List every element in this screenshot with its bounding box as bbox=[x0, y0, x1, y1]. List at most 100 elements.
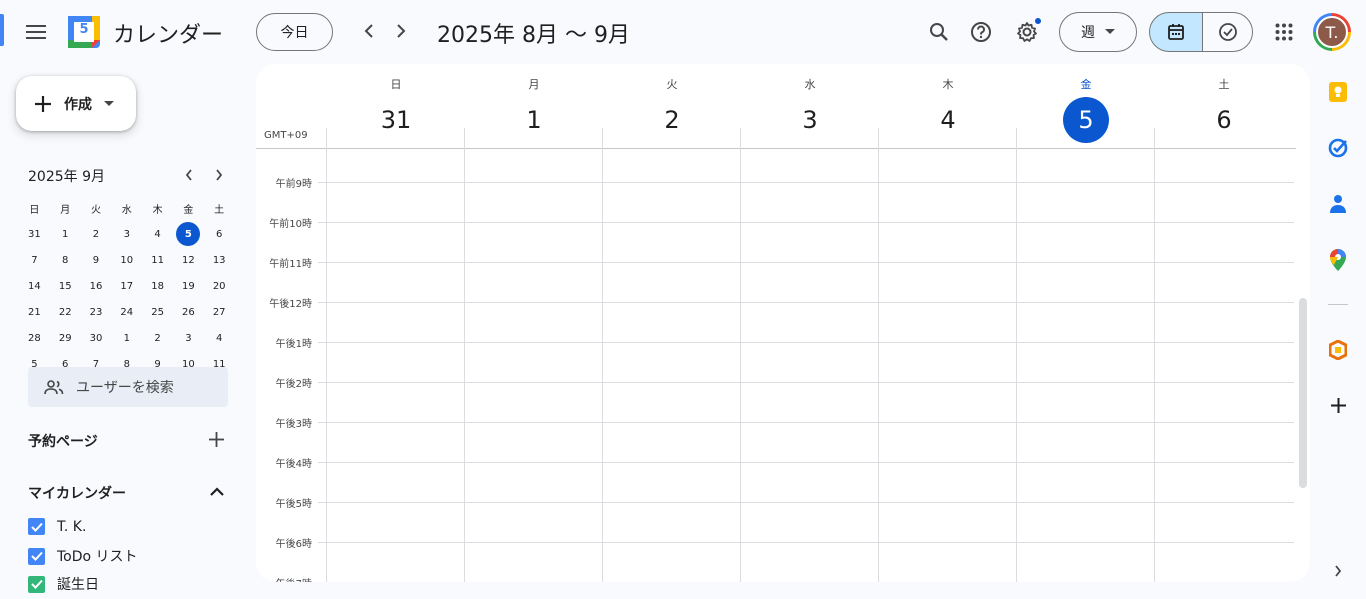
calendar-view-toggle[interactable] bbox=[1149, 12, 1203, 52]
hour-row[interactable]: 午後6時 bbox=[256, 539, 1294, 582]
mini-calendar-day[interactable]: 5 bbox=[173, 221, 204, 247]
day-number[interactable]: 1 bbox=[511, 97, 557, 143]
mini-calendar-day[interactable]: 4 bbox=[142, 221, 173, 247]
mini-calendar-day[interactable]: 10 bbox=[111, 247, 142, 273]
mini-calendar-day[interactable]: 30 bbox=[81, 325, 112, 351]
mini-calendar-day[interactable]: 12 bbox=[173, 247, 204, 273]
main-menu-button[interactable] bbox=[18, 14, 54, 50]
day-of-week-label: 水 bbox=[804, 78, 816, 91]
checkbox[interactable] bbox=[28, 518, 45, 535]
day-number[interactable]: 6 bbox=[1201, 97, 1247, 143]
day-header[interactable]: 日 31 bbox=[327, 64, 465, 148]
collapse-my-calendars-button[interactable] bbox=[206, 480, 228, 502]
mini-calendar-day[interactable]: 20 bbox=[204, 273, 235, 299]
account-avatar[interactable]: T. bbox=[1313, 13, 1351, 51]
day-header[interactable]: 金5 bbox=[1017, 64, 1155, 148]
mini-calendar-day[interactable]: 2 bbox=[81, 221, 112, 247]
day-number[interactable]: 4 bbox=[925, 97, 971, 143]
mini-calendar-day[interactable]: 7 bbox=[19, 247, 50, 273]
mini-calendar-day[interactable]: 23 bbox=[81, 299, 112, 325]
mini-calendar-day[interactable]: 2 bbox=[142, 325, 173, 351]
mini-calendar-day[interactable]: 17 bbox=[111, 273, 142, 299]
mini-calendar-prev-button[interactable] bbox=[178, 164, 200, 186]
hour-row[interactable]: 午前11時 bbox=[256, 259, 1294, 302]
day-header[interactable]: 火2 bbox=[603, 64, 741, 148]
mini-calendar-day[interactable]: 15 bbox=[50, 273, 81, 299]
mini-calendar-day[interactable]: 6 bbox=[204, 221, 235, 247]
mini-calendar-day[interactable]: 11 bbox=[142, 247, 173, 273]
hour-row[interactable] bbox=[256, 142, 1294, 182]
hour-row[interactable]: 午後12時 bbox=[256, 299, 1294, 342]
google-apps-button[interactable] bbox=[1267, 15, 1301, 49]
mini-calendar-day[interactable]: 29 bbox=[50, 325, 81, 351]
mini-calendar-day[interactable]: 31 bbox=[19, 221, 50, 247]
expand-side-panel-button[interactable] bbox=[1326, 559, 1350, 583]
previous-week-button[interactable] bbox=[354, 16, 384, 46]
add-addon-button[interactable] bbox=[1326, 393, 1350, 417]
mini-calendar-day[interactable]: 16 bbox=[81, 273, 112, 299]
hour-row[interactable]: 午後5時 bbox=[256, 499, 1294, 542]
hour-row[interactable]: 午前9時 bbox=[256, 179, 1294, 222]
checkbox[interactable] bbox=[28, 575, 45, 593]
mini-calendar-day[interactable]: 18 bbox=[142, 273, 173, 299]
next-week-button[interactable] bbox=[386, 16, 416, 46]
day-header[interactable]: 水3 bbox=[741, 64, 879, 148]
contacts-button[interactable] bbox=[1326, 192, 1350, 216]
search-button[interactable] bbox=[922, 15, 956, 49]
hour-row[interactable]: 午後1時 bbox=[256, 339, 1294, 382]
hour-row[interactable]: 午後4時 bbox=[256, 459, 1294, 502]
mini-calendar-next-button[interactable] bbox=[208, 164, 230, 186]
office-icon bbox=[1329, 340, 1347, 360]
mini-calendar-day[interactable]: 3 bbox=[173, 325, 204, 351]
mini-calendar-day[interactable]: 8 bbox=[50, 247, 81, 273]
settings-button[interactable] bbox=[1010, 15, 1044, 49]
day-header[interactable]: 土6 bbox=[1155, 64, 1293, 148]
tasks-view-toggle[interactable] bbox=[1202, 12, 1253, 52]
mini-calendar-day[interactable]: 26 bbox=[173, 299, 204, 325]
mini-calendar-day[interactable]: 25 bbox=[142, 299, 173, 325]
calendar-item-birthdays[interactable]: 誕生日 bbox=[28, 574, 99, 594]
chevron-left-icon bbox=[364, 24, 373, 38]
mini-calendar-day[interactable]: 1 bbox=[111, 325, 142, 351]
mini-calendar-day[interactable]: 21 bbox=[19, 299, 50, 325]
mini-calendar-day[interactable]: 28 bbox=[19, 325, 50, 351]
view-selector[interactable]: 週 bbox=[1059, 12, 1137, 52]
mini-calendar-day[interactable]: 19 bbox=[173, 273, 204, 299]
create-button[interactable]: 作成 bbox=[16, 76, 136, 131]
mini-calendar-day[interactable]: 3 bbox=[111, 221, 142, 247]
help-button[interactable] bbox=[964, 15, 998, 49]
day-number[interactable]: 3 bbox=[787, 97, 833, 143]
mini-calendar-day[interactable]: 1 bbox=[50, 221, 81, 247]
mini-calendar-day[interactable]: 4 bbox=[204, 325, 235, 351]
calendar-logo[interactable]: 5 bbox=[68, 16, 100, 48]
hour-line bbox=[318, 262, 1294, 263]
today-button[interactable]: 今日 bbox=[256, 13, 333, 51]
day-number[interactable]: 2 bbox=[649, 97, 695, 143]
tasks-button[interactable] bbox=[1326, 136, 1350, 160]
mini-calendar-day[interactable]: 14 bbox=[19, 273, 50, 299]
mini-calendar-day[interactable]: 22 bbox=[50, 299, 81, 325]
day-number[interactable]: 31 bbox=[373, 97, 419, 143]
calendar-item-todo[interactable]: ToDo リスト bbox=[28, 546, 138, 566]
scrollbar-thumb[interactable] bbox=[1299, 298, 1307, 488]
calendar-item-tk[interactable]: T. K. bbox=[28, 518, 86, 535]
search-users-field[interactable]: ユーザーを検索 bbox=[28, 367, 228, 407]
maps-button[interactable] bbox=[1326, 248, 1350, 272]
mini-calendar-day[interactable]: 24 bbox=[111, 299, 142, 325]
day-number[interactable]: 5 bbox=[1063, 97, 1109, 143]
hour-row[interactable]: 午後2時 bbox=[256, 379, 1294, 422]
day-header[interactable]: 木4 bbox=[879, 64, 1017, 148]
my-calendars-heading[interactable]: マイカレンダー bbox=[28, 483, 126, 503]
gear-icon bbox=[1017, 22, 1037, 42]
mini-calendar-day[interactable]: 27 bbox=[204, 299, 235, 325]
checkbox[interactable] bbox=[28, 547, 45, 565]
hour-row[interactable]: 午前10時 bbox=[256, 219, 1294, 262]
mini-calendar-day[interactable]: 9 bbox=[81, 247, 112, 273]
day-header[interactable]: 月1 bbox=[465, 64, 603, 148]
help-icon bbox=[971, 22, 991, 42]
hour-row[interactable]: 午後3時 bbox=[256, 419, 1294, 462]
mini-calendar-day[interactable]: 13 bbox=[204, 247, 235, 273]
add-booking-page-button[interactable] bbox=[205, 428, 227, 450]
office-addon-button[interactable] bbox=[1326, 338, 1350, 362]
keep-button[interactable] bbox=[1326, 80, 1350, 104]
